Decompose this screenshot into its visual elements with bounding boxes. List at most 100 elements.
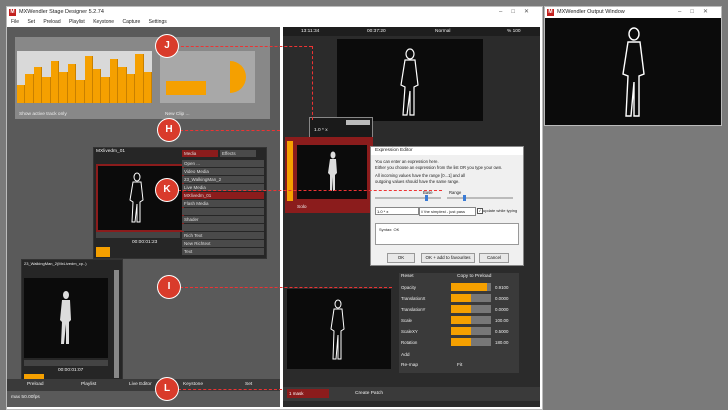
update-label: update while typing [483, 208, 518, 213]
param-slider[interactable] [451, 305, 491, 313]
leader-k [178, 190, 442, 191]
param-slider[interactable] [451, 294, 491, 302]
layer-params: Reset Copy to Preload Opacity 0.9100 Trans… [399, 273, 519, 373]
clip-prop-row[interactable]: Rich Text [182, 232, 264, 239]
tab-effects[interactable]: Effects [220, 150, 256, 157]
clip-prop-row[interactable]: MXlivedm_01 [182, 192, 264, 199]
transport-mode[interactable]: Normal [435, 29, 450, 34]
param-row[interactable]: TranslationX 0.0000 [401, 294, 513, 303]
tab-live-editor[interactable]: Live Editor [129, 382, 152, 387]
clip-controls[interactable] [96, 232, 180, 238]
remap-button[interactable]: Re-map [401, 363, 418, 368]
tab-playlist[interactable]: Playlist [81, 382, 96, 387]
param-slider[interactable] [451, 338, 491, 346]
transport-zoom[interactable]: % 100 [507, 29, 521, 34]
syntax-status: Syntax: OK [379, 227, 400, 232]
create-patch-button[interactable]: Create Patch [355, 391, 383, 396]
output-window-controls[interactable]: –□✕ [678, 7, 717, 18]
bottom-bar: 1 mask Create Patch [283, 387, 540, 401]
reset-button[interactable]: Reset [401, 274, 414, 279]
add-button[interactable]: Add [401, 353, 410, 358]
copy-to-preload-button[interactable]: Copy to Preload [457, 274, 491, 279]
tab-media[interactable]: Media [182, 150, 218, 157]
layer-panel: Solo [285, 137, 373, 213]
param-row[interactable]: Scale 100.00 [401, 316, 513, 325]
output-title-bar: M MXWendler Output Window –□✕ [545, 7, 721, 18]
clip-prop-row[interactable] [182, 224, 264, 231]
param-label: Rotation [401, 340, 418, 345]
marker-h: H [158, 119, 180, 141]
output-logo-icon: M [547, 9, 554, 16]
clip-panel-title: MXlivedm_01 [96, 149, 126, 154]
param-row[interactable]: TranslationY 0.0000 [401, 305, 513, 314]
clip-prop-row[interactable] [182, 208, 264, 215]
leader-h [180, 130, 280, 131]
output-window: M MXWendler Output Window –□✕ [544, 6, 722, 126]
expression-editor: Expression Editor You can enter an expre… [370, 146, 524, 266]
preset-select-value: // the simplest - just pass [421, 209, 466, 214]
range-slider[interactable] [447, 195, 513, 201]
clip-prop-row[interactable]: Video Media [182, 168, 264, 175]
leader-j-vert [312, 46, 313, 120]
walking-figure-icon-2 [60, 291, 71, 344]
tab-keystone[interactable]: Keystone [183, 382, 203, 387]
fps-status: max 50.00fps [11, 395, 40, 400]
clip-pie-tile[interactable] [160, 51, 255, 103]
cancel-button[interactable]: Cancel [479, 253, 509, 263]
fit-button[interactable]: Fit [457, 363, 462, 368]
menu-bar: File Set Preload Playlist Keystone Captu… [7, 18, 542, 27]
menu-playlist[interactable]: Playlist [69, 19, 85, 25]
preset-select[interactable]: // the simplest - just pass [419, 207, 476, 216]
new-clip-label[interactable]: New Clip ... [165, 112, 190, 117]
popup-buttons[interactable] [346, 120, 370, 125]
clip-panel-2-controls[interactable] [24, 360, 108, 366]
transport-bar: 13:11:34 00:37:20 Normal % 100 [283, 27, 540, 36]
param-row[interactable]: Rotation 180.00 [401, 338, 513, 347]
clip-level-bars [17, 51, 152, 103]
clip-prop-row[interactable]: Flash Media [182, 200, 264, 207]
expression-input[interactable] [375, 207, 419, 215]
main-title-bar: M MXWendler Stage Designer 5.2.74 –□✕ [7, 7, 542, 18]
clip-prop-row[interactable]: Shader [182, 216, 264, 223]
mask-button[interactable]: 1 mask [287, 389, 329, 398]
menu-preload[interactable]: Preload [43, 19, 60, 25]
leader-i [180, 287, 392, 288]
walking-figure-icon [129, 172, 144, 223]
param-row[interactable]: Opacity 0.9100 [401, 283, 513, 292]
param-slider[interactable] [451, 283, 491, 291]
menu-set[interactable]: Set [27, 19, 35, 25]
param-value: 100.00 [495, 318, 509, 323]
ok-button[interactable]: OK [387, 253, 415, 263]
clip-panel-2-time: 00:00:01:07 [58, 368, 84, 373]
clip-prop-row[interactable]: Text [182, 248, 264, 255]
leader-j [176, 46, 312, 47]
clip-prop-row[interactable]: New Richtext [182, 240, 264, 247]
solo-label[interactable]: Solo [297, 205, 307, 210]
clip-panel-2-scrollbar[interactable] [114, 270, 119, 378]
clip-prop-row[interactable]: 23_WalkingMan_2 [182, 176, 264, 183]
expression-editor-titlebar: Expression Editor [371, 147, 523, 155]
menu-keystone[interactable]: Keystone [93, 19, 114, 25]
window-controls[interactable]: –□✕ [499, 7, 538, 18]
menu-capture[interactable]: Capture [122, 19, 140, 25]
param-row[interactable]: ScaleXY 0.5000 [401, 327, 513, 336]
show-active-track-label[interactable]: Show active track only [19, 112, 67, 117]
ok-add-favourites-button[interactable]: OK + add to favourites [421, 253, 475, 263]
clip-progress [96, 247, 110, 257]
tab-preload[interactable]: Preload [27, 382, 44, 387]
clip-level-bar [59, 71, 68, 103]
param-label: Scale [401, 318, 412, 323]
transport-time-mid: 00:37:20 [367, 29, 386, 34]
menu-file[interactable]: File [11, 19, 19, 25]
base-slider[interactable] [375, 195, 441, 201]
param-value: 0.0000 [495, 296, 509, 301]
clip-level-bar [135, 53, 144, 103]
param-slider[interactable] [451, 327, 491, 335]
marker-i: I [158, 276, 180, 298]
menu-settings[interactable]: Settings [149, 19, 167, 25]
param-slider[interactable] [451, 316, 491, 324]
range-label: Range [449, 190, 462, 195]
param-value: 180.00 [495, 340, 509, 345]
clip-prop-row[interactable]: Open ... [182, 160, 264, 167]
tab-set[interactable]: Set [245, 382, 252, 387]
